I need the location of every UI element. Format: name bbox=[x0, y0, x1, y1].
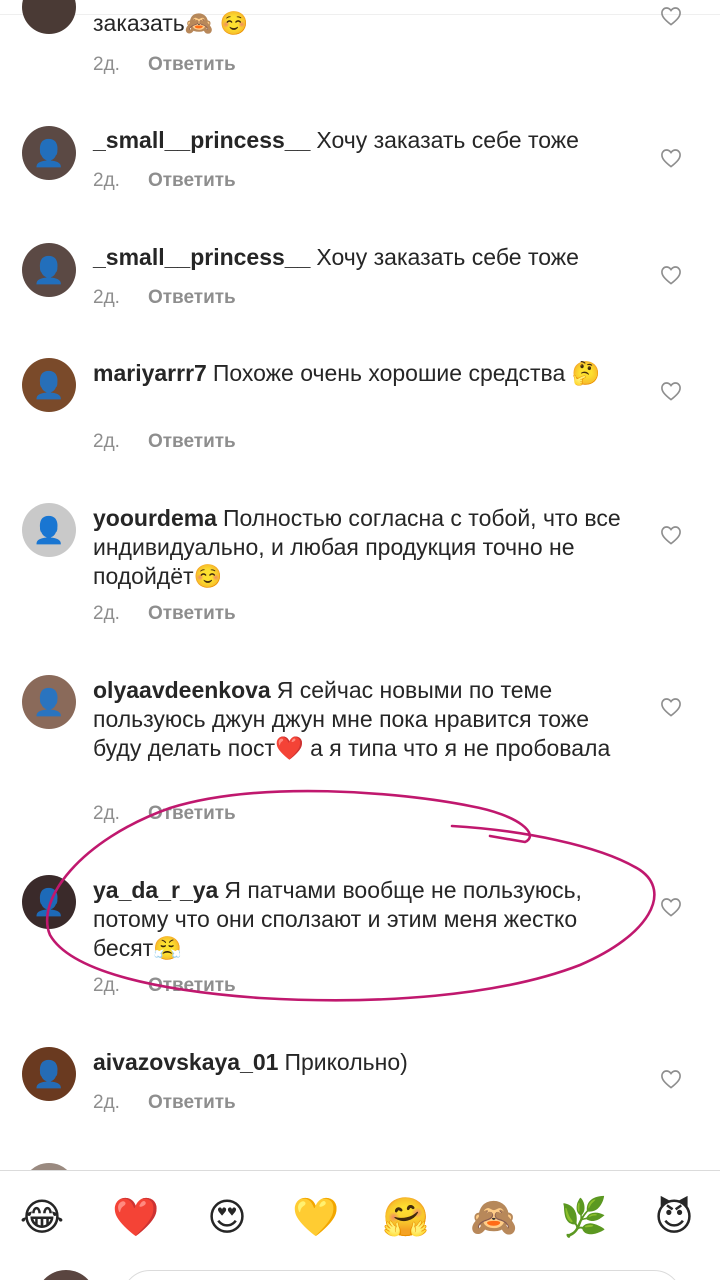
comment-body: _small__princess__ Хочу заказать себе тож… bbox=[93, 243, 633, 272]
reply-button[interactable]: Ответить bbox=[148, 1092, 236, 1113]
comment-username[interactable]: mariyarrr7 bbox=[93, 360, 207, 386]
heart-icon[interactable] bbox=[660, 148, 682, 168]
comment-text: Хочу заказать себе тоже bbox=[316, 244, 579, 270]
avatar[interactable] bbox=[22, 1163, 76, 1170]
emoji-see-no-evil-monkey[interactable]: 🙈 bbox=[470, 1193, 518, 1241]
comment-time: 2д. bbox=[93, 1092, 120, 1113]
comment-username[interactable]: yoourdema bbox=[93, 505, 217, 531]
emoji-red-heart[interactable]: ❤️ bbox=[112, 1193, 160, 1241]
comment-time: 2д. bbox=[93, 803, 120, 824]
reply-button[interactable]: Ответить bbox=[148, 803, 236, 824]
comment-meta: 2д. Ответить bbox=[93, 803, 236, 825]
comment-time: 2д. bbox=[93, 975, 120, 996]
comment-time: 2д. bbox=[93, 170, 120, 191]
current-user-avatar bbox=[36, 1270, 96, 1280]
avatar[interactable]: 👤 bbox=[22, 675, 76, 729]
avatar[interactable] bbox=[22, 0, 76, 34]
avatar-person-icon: 👤 bbox=[32, 137, 66, 168]
comment-time: 2д. bbox=[93, 287, 120, 308]
reply-button[interactable]: Ответить bbox=[148, 603, 236, 624]
emoji-bar: 😂 ❤️ 😍 💛 🤗 🙈 🌿 😈 bbox=[0, 1170, 720, 1261]
heart-icon[interactable] bbox=[660, 265, 682, 285]
avatar[interactable]: 👤 bbox=[22, 126, 76, 180]
reply-button[interactable]: Ответить bbox=[148, 170, 236, 191]
comment-username[interactable]: aivazovskaya_01 bbox=[93, 1049, 278, 1075]
comment-meta: 2д. Ответить bbox=[93, 287, 236, 309]
comment-text: заказать🙈 ☺️ bbox=[93, 10, 249, 36]
avatar-person-icon: 👤 bbox=[32, 886, 66, 917]
comment-username[interactable]: _small__princess__ bbox=[93, 127, 310, 153]
comment-text: Прикольно) bbox=[284, 1049, 408, 1075]
emoji-hugging[interactable]: 🤗 bbox=[382, 1193, 430, 1241]
comment-body: ya_da_r_ya Я патчами вообще не пользуюсь,… bbox=[93, 876, 633, 963]
emoji-herb[interactable]: 🌿 bbox=[560, 1193, 608, 1241]
heart-icon[interactable] bbox=[660, 1069, 682, 1089]
comment-meta: 2д. Ответить bbox=[93, 603, 236, 625]
avatar-person-icon: 👤 bbox=[32, 369, 66, 400]
comment-text: Хочу заказать себе тоже bbox=[316, 127, 579, 153]
comments-list[interactable]: заказать🙈 ☺️ 2д. Ответить 👤 _small__princ… bbox=[0, 0, 720, 1170]
avatar[interactable]: 👤 bbox=[22, 503, 76, 557]
comment-meta: 2д. Ответить bbox=[93, 170, 236, 192]
comment-username[interactable]: ya_da_r_ya bbox=[93, 877, 218, 903]
comment-body: mariyarrr7 Похоже очень хорошие средства … bbox=[93, 359, 633, 388]
emoji-yellow-heart[interactable]: 💛 bbox=[292, 1193, 340, 1241]
heart-icon[interactable] bbox=[660, 381, 682, 401]
heart-icon[interactable] bbox=[660, 897, 682, 917]
comment-body: _small__princess__ Хочу заказать себе тож… bbox=[93, 126, 633, 155]
heart-icon[interactable] bbox=[660, 697, 682, 717]
reply-button[interactable]: Ответить bbox=[148, 431, 236, 452]
comment-text: Похоже очень хорошие средства 🤔 bbox=[212, 360, 601, 386]
emoji-smiling-devil[interactable]: 😈 bbox=[650, 1193, 698, 1241]
comment-time: 2д. bbox=[93, 54, 120, 75]
comment-body: olyaavdeenkova Я сейчас новыми по теме по… bbox=[93, 676, 633, 763]
comment-time: 2д. bbox=[93, 603, 120, 624]
heart-icon[interactable] bbox=[660, 6, 682, 26]
reply-button[interactable]: Ответить bbox=[148, 975, 236, 996]
comment-body: aivazovskaya_01 Прикольно) bbox=[93, 1048, 633, 1077]
comment-meta: 2д. Ответить bbox=[93, 975, 236, 997]
avatar[interactable]: 👤 bbox=[22, 875, 76, 929]
avatar[interactable]: 👤 bbox=[22, 1047, 76, 1101]
avatar-person-icon: 👤 bbox=[32, 1058, 66, 1089]
comment-time: 2д. bbox=[93, 431, 120, 452]
heart-icon[interactable] bbox=[660, 525, 682, 545]
reply-button[interactable]: Ответить bbox=[148, 287, 236, 308]
avatar-person-icon: 👤 bbox=[32, 686, 66, 717]
avatar-person-icon: 👤 bbox=[32, 254, 66, 285]
emoji-tears-of-joy[interactable]: 😂 bbox=[18, 1193, 66, 1241]
avatar[interactable]: 👤 bbox=[22, 243, 76, 297]
comment-meta: 2д. Ответить bbox=[93, 54, 236, 76]
comment-input-row bbox=[0, 1260, 720, 1280]
comment-username[interactable]: olyaavdeenkova bbox=[93, 677, 271, 703]
reply-button[interactable]: Ответить bbox=[148, 54, 236, 75]
avatar[interactable]: 👤 bbox=[22, 358, 76, 412]
comment-meta: 2д. Ответить bbox=[93, 1092, 236, 1114]
comment-body: заказать🙈 ☺️ bbox=[93, 9, 633, 38]
comment-body: yoourdema Полностью согласна с тобой, что… bbox=[93, 504, 633, 591]
comment-input[interactable] bbox=[122, 1270, 682, 1280]
avatar-person-icon: 👤 bbox=[32, 514, 66, 545]
emoji-heart-eyes[interactable]: 😍 bbox=[203, 1193, 251, 1241]
comment-meta: 2д. Ответить bbox=[93, 431, 236, 453]
comment-username[interactable]: _small__princess__ bbox=[93, 244, 310, 270]
